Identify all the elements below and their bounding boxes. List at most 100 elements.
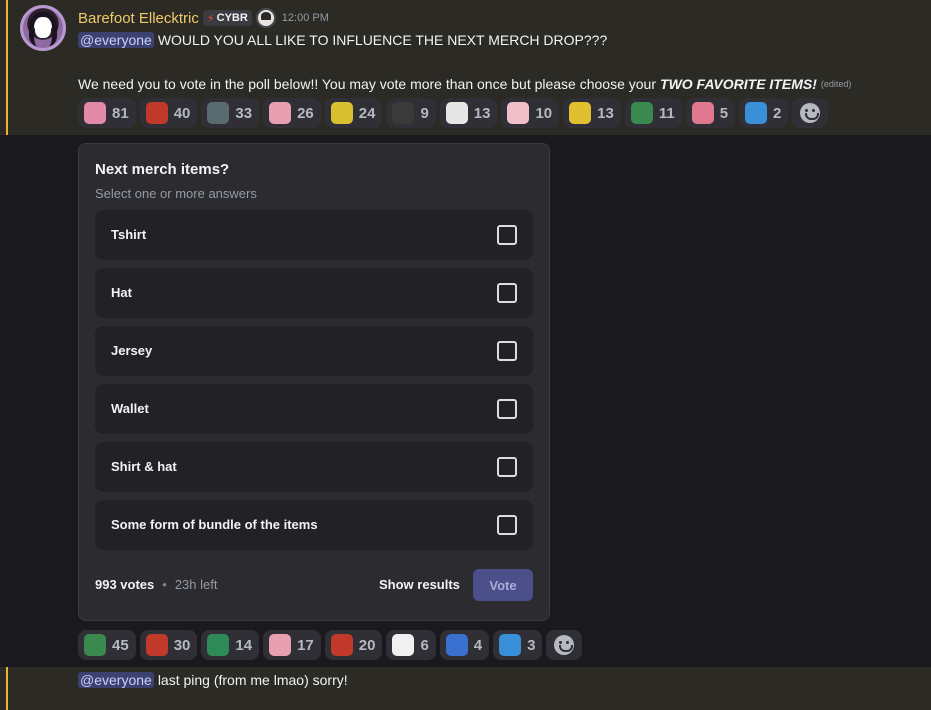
reaction-button[interactable]: 13: [563, 98, 621, 128]
reaction-button[interactable]: 10: [501, 98, 560, 128]
pink-pig-small-emoji-icon: [691, 102, 714, 124]
poll-option[interactable]: Jersey: [95, 326, 533, 376]
reaction-count: 10: [535, 104, 553, 122]
reaction-button[interactable]: 26: [263, 98, 321, 128]
poll-option-label: Wallet: [111, 401, 149, 416]
reaction-count: 3: [527, 636, 536, 654]
timestamp[interactable]: 12:00 PM: [282, 12, 329, 24]
blue-fish-emoji-icon: [745, 102, 768, 124]
everyone-mention[interactable]: @everyone: [78, 672, 154, 688]
poll-option-label: Shirt & hat: [111, 459, 177, 474]
message-line-2: We need you to vote in the poll below!! …: [78, 74, 851, 94]
red-dragon-emoji-icon: [330, 634, 353, 656]
reaction-count: 2: [773, 104, 782, 122]
reaction-button[interactable]: 45: [78, 630, 136, 660]
red-dragon-emoji-icon: [145, 102, 168, 124]
reaction-button[interactable]: 40: [139, 98, 198, 128]
reaction-button[interactable]: 9: [386, 98, 436, 128]
message-text-2: We need you to vote in the poll below!! …: [78, 76, 657, 92]
reaction-count: 40: [173, 104, 191, 122]
reaction-button[interactable]: 2: [739, 98, 789, 128]
blue-underwear-emoji-icon: [445, 634, 468, 656]
reaction-count: 13: [597, 104, 614, 122]
pink-pig-emoji-icon: [269, 102, 292, 124]
black-car-emoji-icon: [392, 102, 415, 124]
reaction-button[interactable]: 20: [324, 630, 383, 660]
green-frog-emoji-icon: [84, 634, 106, 656]
poll-option[interactable]: Wallet: [95, 384, 533, 434]
yellow-bird-emoji-icon: [330, 102, 353, 124]
checkbox[interactable]: [497, 225, 517, 245]
reaction-count: 5: [719, 104, 729, 122]
message-2: @everyone last ping (from me lmao) sorry…: [78, 669, 348, 691]
reaction-count: 9: [420, 104, 429, 122]
poll-footer: 993 votes • 23h left: [95, 577, 217, 592]
reaction-button[interactable]: 13: [439, 98, 498, 128]
show-results-button[interactable]: Show results: [379, 577, 460, 592]
reaction-count: 26: [297, 104, 314, 122]
reaction-button[interactable]: 24: [324, 98, 383, 128]
poll-option-label: Some form of bundle of the items: [111, 517, 318, 532]
reaction-count: 45: [112, 636, 129, 654]
reaction-button[interactable]: 81: [78, 98, 136, 128]
poll-option[interactable]: Shirt & hat: [95, 442, 533, 492]
time-left: 23h left: [174, 577, 218, 592]
checkbox[interactable]: [497, 399, 517, 419]
poll-card: Next merch items? Select one or more ans…: [78, 143, 550, 621]
poll-subtitle: Select one or more answers: [95, 186, 257, 201]
add-reaction-button[interactable]: [792, 98, 829, 128]
separator-dot: •: [162, 577, 167, 592]
message-header: Barefoot Ellecktric ⚡ CYBR 12:00 PM: [78, 8, 329, 28]
reaction-count: 30: [173, 636, 191, 654]
reaction-button[interactable]: 6: [386, 630, 436, 660]
lightning-icon: ⚡: [206, 12, 215, 25]
guild-tag[interactable]: ⚡ CYBR: [202, 10, 252, 26]
poll-option-label: Jersey: [111, 343, 153, 358]
reaction-button[interactable]: 3: [493, 630, 543, 660]
mega-milk-emoji-icon: [392, 634, 415, 656]
reaction-button[interactable]: 11: [624, 98, 682, 128]
green-hat-emoji-icon: [207, 634, 230, 656]
reaction-count: 11: [658, 104, 675, 122]
poll-question: Next merch items?: [95, 161, 230, 178]
smiley-icon: [554, 635, 575, 655]
reaction-count: 17: [297, 636, 314, 654]
avatar[interactable]: [20, 5, 66, 51]
reaction-button[interactable]: 17: [263, 630, 321, 660]
poll-option-label: Tshirt: [111, 227, 147, 242]
reaction-count: 13: [473, 104, 491, 122]
edited-label: (edited): [820, 79, 852, 89]
message-line-1: @everyone WOULD YOU ALL LIKE TO INFLUENC…: [78, 30, 607, 50]
mention-highlight-bar: [6, 0, 8, 135]
green-frog-emoji-icon: [630, 102, 653, 124]
everyone-mention[interactable]: @everyone: [78, 32, 154, 48]
robot-spider-emoji-icon: [207, 102, 230, 124]
username[interactable]: Barefoot Ellecktric: [78, 10, 199, 27]
add-reaction-button[interactable]: [546, 630, 583, 660]
reaction-count: 33: [235, 104, 253, 122]
white-meme-face-emoji-icon: [445, 102, 468, 124]
reaction-button[interactable]: 33: [201, 98, 260, 128]
role-badge-icon[interactable]: [255, 8, 276, 28]
guild-tag-label: CYBR: [216, 12, 248, 24]
message-2-text: last ping (from me lmao) sorry!: [157, 672, 348, 688]
poll-option[interactable]: Hat: [95, 268, 533, 318]
checkbox[interactable]: [497, 283, 517, 303]
poll-option[interactable]: Tshirt: [95, 210, 533, 260]
reaction-button[interactable]: 4: [439, 630, 490, 660]
pink-creature-emoji-icon: [84, 102, 106, 124]
smiley-icon: [800, 103, 821, 123]
reaction-count: 20: [358, 636, 376, 654]
checkbox[interactable]: [497, 515, 517, 535]
reaction-count: 81: [112, 104, 129, 122]
checkbox[interactable]: [497, 341, 517, 361]
reaction-count: 14: [235, 636, 253, 654]
poll-option[interactable]: Some form of bundle of the items: [95, 500, 533, 550]
checkbox[interactable]: [497, 457, 517, 477]
reaction-button[interactable]: 30: [139, 630, 198, 660]
reaction-button[interactable]: 5: [685, 98, 736, 128]
vote-button[interactable]: Vote: [473, 569, 533, 601]
reaction-button[interactable]: 14: [201, 630, 260, 660]
red-dragon-emoji-icon: [145, 634, 168, 656]
reactions-top: 81 40 33 26 24 9 13 10 13 11 5 2: [78, 98, 829, 128]
